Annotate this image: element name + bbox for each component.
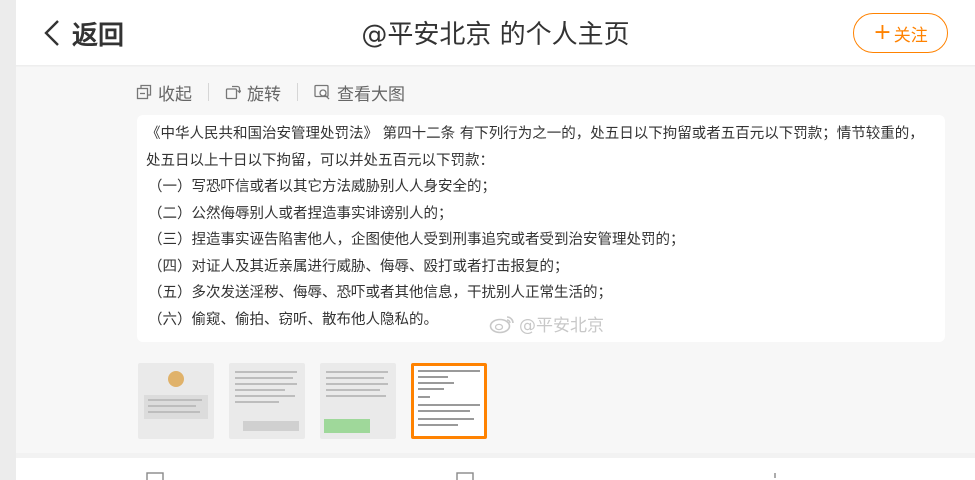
thumbnail-3[interactable]	[320, 363, 396, 439]
post-media-area: 收起 旋转 查看大图 《中华人民共和国治安管理处罚法》 第四十二条 有下列行为之…	[16, 67, 975, 453]
law-text-line: 处五日以上十日以下拘留，可以并处五百元以下罚款：	[146, 152, 494, 169]
collapse-button[interactable]: 收起	[136, 80, 192, 105]
page-title: @平安北京 的个人主页	[361, 20, 630, 50]
comment-action[interactable]	[456, 472, 474, 480]
share-icon	[146, 472, 164, 480]
law-text-line: （二）公然侮辱别人或者捏造事实诽谤别人的；	[148, 205, 453, 222]
thumbnail-2[interactable]	[229, 363, 305, 439]
magnify-image-icon	[314, 84, 330, 100]
law-text-line: （三）捏造事实诬告陷害他人，企图使他人受到刑事追究或者受到治安管理处罚的；	[148, 232, 685, 248]
thumbnail-strip	[138, 363, 487, 439]
comment-icon	[456, 472, 474, 480]
weibo-logo-icon	[489, 315, 514, 333]
law-text-line: （四）对证人及其近亲属进行威胁、侮辱、殴打或者打击报复的；	[148, 258, 569, 275]
toolbar-divider	[297, 83, 298, 101]
post-image[interactable]: 《中华人民共和国治安管理处罚法》 第四十二条 有下列行为之一的，处五日以下拘留或…	[137, 115, 945, 342]
collapse-label: 收起	[158, 84, 192, 105]
image-toolbar: 收起 旋转 查看大图	[136, 79, 405, 105]
toolbar-divider	[208, 83, 209, 101]
post-action-bar	[16, 458, 975, 480]
view-large-button[interactable]: 查看大图	[314, 80, 405, 105]
watermark-text: @平安北京	[519, 316, 604, 336]
rotate-icon	[225, 85, 241, 100]
follow-button[interactable]: + 关注	[853, 13, 948, 53]
collapse-icon	[136, 84, 152, 100]
left-edge-strip	[0, 0, 16, 480]
law-text-line: （五）多次发送淫秽、侮辱、恐吓或者其他信息，干扰别人正常生活的；	[148, 285, 612, 301]
follow-label: 关注	[893, 25, 928, 46]
plus-icon: +	[873, 20, 892, 45]
share-action[interactable]	[146, 472, 164, 480]
law-text-line: （一）写恐吓信或者以其它方法威胁别人人身安全的；	[148, 179, 496, 195]
view-large-label: 查看大图	[337, 84, 405, 105]
profile-header: 返回 @平安北京 的个人主页 + 关注	[16, 0, 975, 66]
like-icon	[774, 473, 776, 478]
thumbnail-1[interactable]	[138, 363, 214, 439]
rotate-label: 旋转	[247, 84, 281, 105]
law-text-line: 《中华人民共和国治安管理处罚法》 第四十二条 有下列行为之一的，处五日以下拘留或…	[146, 126, 924, 142]
like-action[interactable]	[766, 472, 784, 480]
rotate-button[interactable]: 旋转	[225, 80, 281, 105]
thumbnail-4[interactable]	[411, 363, 487, 439]
weibo-watermark: @平安北京	[489, 311, 604, 336]
